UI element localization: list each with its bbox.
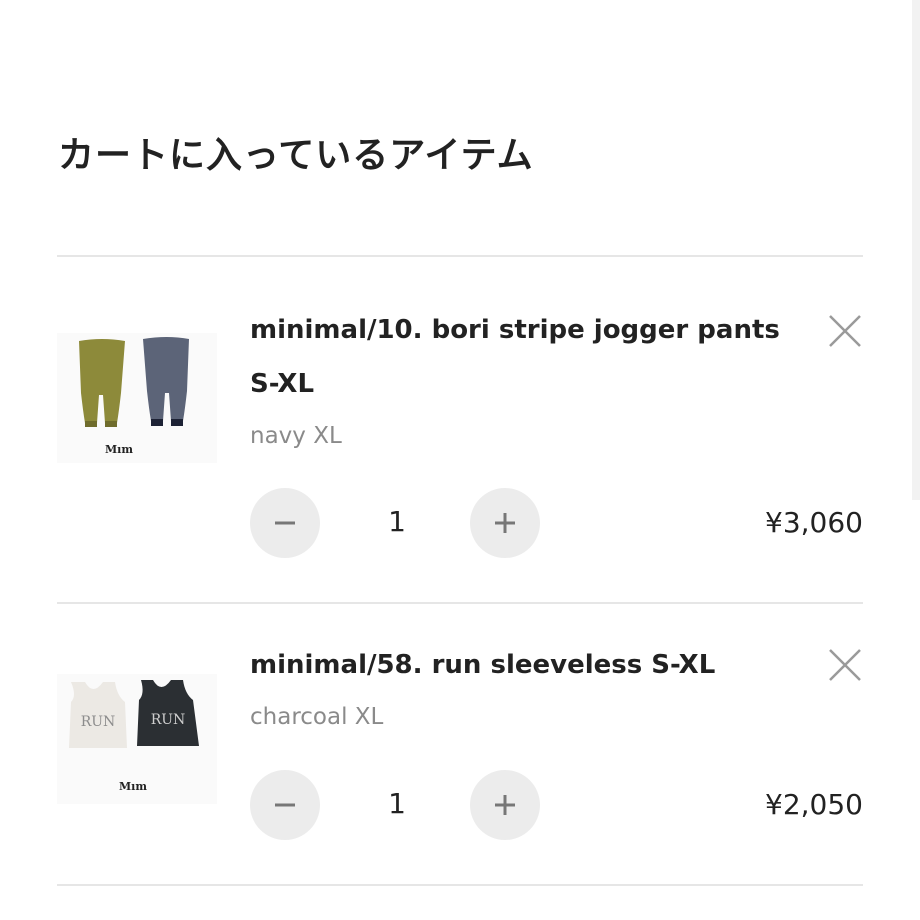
item-variant: charcoal XL xyxy=(250,704,384,730)
increment-quantity-button[interactable] xyxy=(470,488,540,558)
close-icon xyxy=(829,315,861,347)
remove-item-button[interactable] xyxy=(827,647,863,683)
cart-item: Mım minimal/10. bori stripe jogger pants… xyxy=(57,258,863,602)
item-variant: navy XL xyxy=(250,423,342,449)
quantity-value: 1 xyxy=(388,505,406,538)
item-price: ¥3,060 xyxy=(765,506,863,539)
page-title: カートに入っているアイテム xyxy=(58,135,534,176)
quantity-value: 1 xyxy=(388,787,406,820)
thumbnail-brand: Mım xyxy=(105,443,133,456)
decrement-quantity-button[interactable] xyxy=(250,488,320,558)
item-name[interactable]: minimal/58. run sleeveless S-XL xyxy=(250,638,810,692)
scrollbar[interactable] xyxy=(912,0,920,500)
increment-quantity-button[interactable] xyxy=(470,770,540,840)
divider xyxy=(57,884,863,886)
item-name[interactable]: minimal/10. bori stripe jogger pants S-X… xyxy=(250,303,810,411)
plus-icon xyxy=(495,795,515,815)
minus-icon xyxy=(275,803,295,807)
thumbnail-print: RUN xyxy=(81,714,116,730)
divider xyxy=(57,255,863,257)
cart-item: RUN RUN Mım minimal/58. run sleeveless S… xyxy=(57,604,863,884)
product-thumbnail[interactable]: RUN RUN Mım xyxy=(57,674,217,804)
minus-icon xyxy=(275,521,295,525)
item-price: ¥2,050 xyxy=(765,788,863,821)
product-thumbnail[interactable]: Mım xyxy=(57,333,217,463)
remove-item-button[interactable] xyxy=(827,313,863,349)
thumbnail-print: RUN xyxy=(151,712,186,728)
close-icon xyxy=(829,649,861,681)
plus-icon xyxy=(495,513,515,533)
thumbnail-brand: Mım xyxy=(119,780,147,793)
decrement-quantity-button[interactable] xyxy=(250,770,320,840)
